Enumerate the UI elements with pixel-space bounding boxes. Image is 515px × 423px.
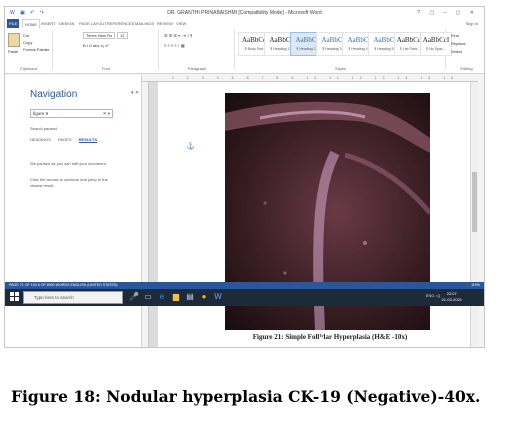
navigation-pane: Navigation ▾ ✕ figure 9 ✕ ▾ Search pause… (5, 75, 142, 347)
status-info[interactable]: PAGE 71 OF 100 6 OF 8990 WORDS ENGLISH (… (9, 282, 117, 289)
vertical-ruler (142, 82, 149, 347)
store-icon[interactable]: ▤ (185, 292, 195, 302)
microphone-icon[interactable]: 🎤 (129, 292, 139, 302)
system-tray[interactable]: ENG ◁) (426, 293, 440, 298)
edge-icon[interactable]: e (157, 292, 167, 302)
search-status: Search paused (30, 126, 57, 131)
paragraph-group: ☰ ☰ ☰ ⇤ ⇥ ↕ ¶ ≡ ≡ ≡ ≡ ↕ ▦ Paragraph (160, 30, 235, 71)
paragraph-label: Paragraph (187, 66, 207, 71)
search-value: figure 9 (33, 111, 49, 116)
document-page[interactable]: ⚓ Figure 21: Simple Foll¹ʸlar Hyperplasi… (158, 82, 470, 347)
tab-page-layout[interactable]: PAGE LAYOUT (77, 19, 109, 28)
zoom-level[interactable]: 119% (471, 282, 480, 289)
formatting-buttons[interactable]: B I U abc x₂ x² (83, 43, 109, 48)
style-name: ¶ No Spac... (426, 47, 446, 51)
font-label: Font (101, 66, 110, 71)
find-button[interactable]: Find (451, 33, 459, 38)
align-buttons-icon[interactable]: ≡ ≡ ≡ ≡ ↕ ▦ (164, 43, 185, 48)
word-window-screenshot: W ▣ ↶ ↷ DR. GRANTHI PRINABAISHMI [Compat… (4, 6, 485, 348)
navigation-tabs: HEADINGS PAGES RESULTS (30, 137, 103, 143)
tab-results[interactable]: RESULTS (78, 137, 98, 143)
sign-in-link[interactable]: Sign in (466, 19, 478, 28)
taskbar: Type here to search 🎤 ▭ e ▆ ▤ ● W ENG ◁)… (5, 289, 484, 306)
tab-review[interactable]: REVIEW (155, 19, 175, 28)
cut-button[interactable]: Cut (23, 33, 29, 38)
paste-icon[interactable] (8, 33, 20, 47)
editing-group: Find Replace Select Editing (448, 30, 484, 71)
document-area: 1 2 3 4 5 6 7 8 9 10 11 12 13 14 15 16 ⚓… (142, 75, 478, 347)
word-icon[interactable]: W (213, 292, 223, 302)
in-document-caption: Figure 21: Simple Foll¹ʸlar Hyperplasia … (252, 333, 408, 341)
tab-insert[interactable]: INSERT (39, 19, 58, 28)
tab-view[interactable]: VIEW (174, 19, 188, 28)
styles-label: Styles (335, 66, 346, 71)
status-bar: PAGE 71 OF 100 6 OF 8990 WORDS ENGLISH (… (5, 282, 484, 289)
tab-file[interactable]: FILE (7, 19, 20, 28)
clipboard-group: Paste Cut Copy Format Painter Clipboard (5, 30, 53, 71)
scroll-thumb[interactable] (472, 172, 477, 232)
paused-message: We paused as you can edit your document. (30, 161, 107, 166)
navigation-title: Navigation (30, 89, 78, 100)
windows-start-icon[interactable] (10, 292, 20, 302)
font-size-select[interactable]: 12 (117, 32, 128, 39)
window-title: DR. GRANTHI PRINABAISHMI [Compatibility … (167, 10, 322, 16)
select-button[interactable]: Select (451, 49, 462, 54)
style-preview: AaBbCcI (422, 36, 450, 44)
title-bar: W ▣ ↶ ↷ DR. GRANTHI PRINABAISHMI [Compat… (5, 7, 484, 19)
task-view-icon[interactable]: ▭ (143, 292, 153, 302)
styles-group: AaBbCc ¶ Body Text AaBbC ¶ Heading 1 AaBbC… (236, 30, 452, 71)
replace-button[interactable]: Replace (451, 41, 466, 46)
format-painter-button[interactable]: Format Painter (23, 47, 49, 52)
font-group: Times New Ro 12 B I U abc x₂ x² Font (54, 30, 159, 71)
copy-button[interactable]: Copy (23, 40, 32, 45)
tab-design[interactable]: DESIGN (57, 19, 76, 28)
tab-references[interactable]: REFERENCES (105, 19, 136, 28)
clock-date: 21-03-2021 (441, 297, 462, 302)
tab-pages[interactable]: PAGES (58, 137, 72, 142)
editing-label: Editing (460, 66, 473, 71)
paste-button[interactable]: Paste (8, 49, 18, 54)
close-icon[interactable]: ▾ ✕ (131, 90, 139, 96)
taskbar-search-placeholder: Type here to search (34, 295, 74, 300)
search-input[interactable]: figure 9 ✕ ▾ (30, 109, 113, 118)
file-explorer-icon[interactable]: ▆ (171, 292, 181, 302)
continue-message: Click the arrows to continue and jump to… (30, 177, 108, 188)
clock[interactable]: 22:07 21-03-2021 (442, 291, 462, 303)
figure-caption: Figure 18: Nodular hyperplasia CK-19 (Ne… (11, 387, 481, 406)
horizontal-ruler[interactable]: 1 2 3 4 5 6 7 8 9 10 11 12 13 14 15 16 (142, 75, 478, 82)
clipboard-label: Clipboard (19, 66, 38, 71)
tab-mailings[interactable]: MAILINGS (133, 19, 156, 28)
window-controls[interactable]: ? ▢ – ▢ ✕ (417, 7, 478, 19)
ribbon: Paste Cut Copy Format Painter Clipboard … (5, 28, 484, 74)
font-name-select[interactable]: Times New Ro (83, 32, 115, 39)
clear-search-icon[interactable]: ✕ ▾ (103, 110, 110, 118)
taskbar-search-input[interactable]: Type here to search (23, 291, 123, 304)
list-buttons-icon[interactable]: ☰ ☰ ☰ ⇤ ⇥ ↕ ¶ (164, 33, 192, 38)
ribbon-tabs: FILE HOME INSERT DESIGN PAGE LAYOUT REFE… (5, 19, 484, 29)
anchor-icon: ⚓ (186, 143, 195, 150)
vertical-scrollbar[interactable] (470, 82, 478, 347)
chrome-icon[interactable]: ● (199, 292, 209, 302)
tab-headings[interactable]: HEADINGS (30, 137, 51, 142)
